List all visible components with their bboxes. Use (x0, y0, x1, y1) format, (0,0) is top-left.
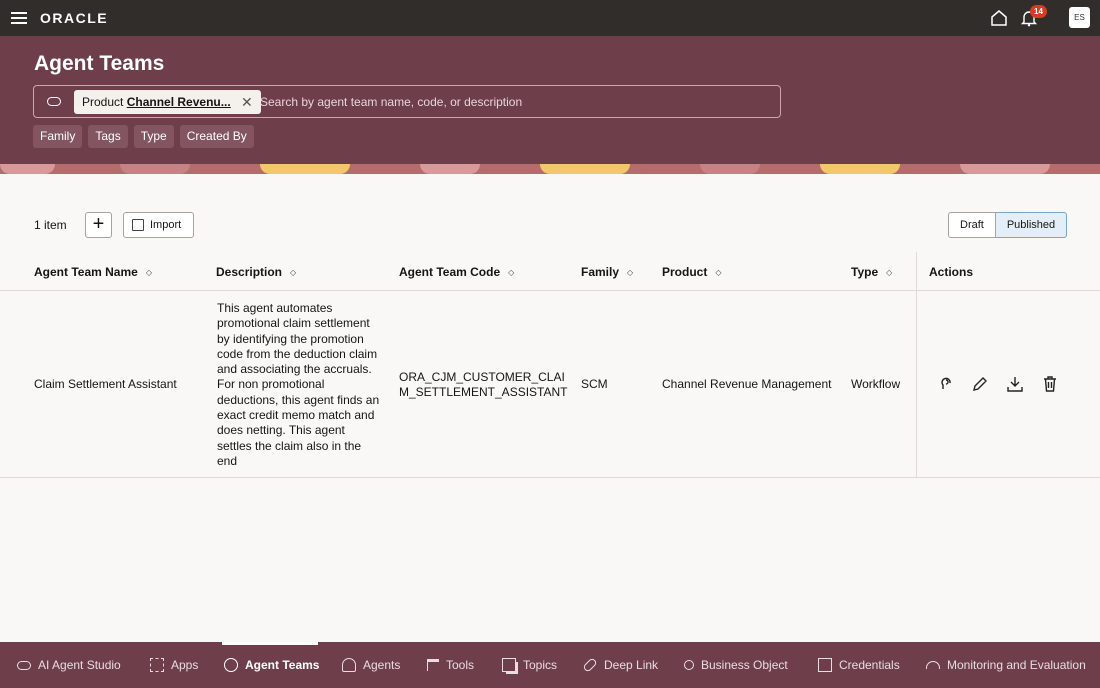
cell-family: SCM (581, 377, 608, 391)
column-label: Agent Team Name (34, 265, 138, 279)
column-header-product[interactable]: Product ◇ (662, 265, 722, 279)
main-content: 1 item + Import Draft Published Agent Te… (0, 174, 1100, 642)
search-bar[interactable]: Product Channel Revenu... ✕ Search by ag… (33, 85, 781, 118)
column-label: Type (851, 265, 879, 279)
link-icon (582, 657, 598, 673)
nav-label: Agent Teams (245, 658, 320, 672)
tools-icon (427, 659, 439, 671)
column-header-actions: Actions (929, 265, 974, 279)
home-icon[interactable] (990, 9, 1008, 27)
credentials-icon (818, 658, 832, 672)
agents-icon (342, 658, 356, 672)
nav-business-object[interactable]: Business Object (684, 658, 788, 672)
cell-type: Workflow (851, 377, 901, 391)
table-row[interactable]: Claim Settlement Assistant This agent au… (0, 291, 1100, 478)
code-line: ORA_CJM_CUSTOMER_CLAI (399, 370, 565, 384)
table-header: Agent Team Name ◇ Description ◇ Agent Team… (0, 252, 1100, 291)
nav-monitoring[interactable]: Monitoring and Evaluation (926, 658, 1086, 672)
top-bar: ORACLE 14 ES (0, 0, 1100, 36)
nav-label: Tools (446, 658, 475, 672)
sort-icon[interactable]: ◇ (886, 268, 892, 277)
filter-created-by[interactable]: Created By (179, 125, 254, 148)
delete-icon[interactable] (1041, 375, 1059, 393)
nav-credentials[interactable]: Credentials (818, 658, 900, 672)
nav-label: Business Object (701, 658, 788, 672)
nav-apps[interactable]: Apps (150, 658, 198, 672)
menu-icon[interactable] (11, 12, 27, 24)
business-object-icon (684, 660, 694, 670)
test-agent-icon[interactable] (937, 375, 955, 393)
nav-label: Topics (523, 658, 558, 672)
nav-label: Agents (363, 658, 401, 672)
nav-agents[interactable]: Agents (342, 658, 400, 672)
oracle-logo: ORACLE (40, 10, 109, 26)
sort-icon[interactable]: ◇ (290, 268, 296, 277)
column-header-description[interactable]: Description ◇ (216, 265, 296, 279)
nav-tools[interactable]: Tools (427, 658, 474, 672)
search-input[interactable]: Search by agent team name, code, or desc… (260, 95, 522, 109)
sort-icon[interactable]: ◇ (627, 268, 633, 277)
column-header-name[interactable]: Agent Team Name ◇ (34, 265, 152, 279)
nav-agent-teams[interactable]: Agent Teams (224, 658, 319, 672)
column-label: Family (581, 265, 620, 279)
cell-code: ORA_CJM_CUSTOMER_CLAI M_SETTLEMENT_ASSIS… (399, 370, 567, 400)
ai-studio-icon (17, 660, 31, 670)
download-icon[interactable] (1006, 375, 1024, 393)
decorative-banner (0, 164, 1100, 174)
nav-label: Monitoring and Evaluation (947, 658, 1086, 672)
active-tab-indicator (222, 642, 318, 645)
filter-family[interactable]: Family (33, 125, 83, 148)
filter-chip-product[interactable]: Product Channel Revenu... ✕ (74, 90, 261, 114)
nav-label: Credentials (839, 658, 900, 672)
column-header-code[interactable]: Agent Team Code ◇ (399, 265, 514, 279)
column-label: Agent Team Code (399, 265, 501, 279)
topics-icon (502, 658, 516, 672)
ai-search-icon (47, 97, 61, 106)
sort-icon[interactable]: ◇ (715, 268, 721, 277)
published-button[interactable]: Published (995, 212, 1068, 238)
bottom-navigation: AI Agent Studio Apps Agent Teams Agents … (0, 642, 1100, 688)
nav-label: Apps (171, 658, 199, 672)
cell-name[interactable]: Claim Settlement Assistant (34, 377, 177, 391)
import-icon (132, 219, 144, 231)
edit-icon[interactable] (971, 375, 989, 393)
status-toggle: Draft Published (948, 212, 1068, 238)
nav-label: Deep Link (604, 658, 659, 672)
page-title: Agent Teams (34, 52, 165, 75)
code-line: M_SETTLEMENT_ASSISTANT (399, 385, 568, 399)
column-label: Product (662, 265, 708, 279)
apps-icon (150, 658, 164, 672)
sort-icon[interactable]: ◇ (146, 268, 152, 277)
column-header-type[interactable]: Type ◇ (851, 265, 892, 279)
gauge-icon (926, 661, 940, 669)
import-button[interactable]: Import (123, 212, 194, 238)
nav-label: AI Agent Studio (38, 658, 121, 672)
column-label: Description (216, 265, 283, 279)
sort-icon[interactable]: ◇ (508, 268, 514, 277)
nav-deep-link[interactable]: Deep Link (582, 657, 659, 673)
user-avatar[interactable]: ES (1069, 7, 1090, 28)
cell-product: Channel Revenue Management (662, 377, 832, 391)
chip-value: Channel Revenu... (126, 95, 231, 109)
filter-bar: Family Tags Type Created By (33, 125, 254, 148)
agent-teams-icon (224, 658, 238, 672)
item-count: 1 item (34, 218, 67, 232)
filter-tags[interactable]: Tags (88, 125, 128, 148)
notification-badge: 14 (1030, 5, 1047, 18)
filter-type[interactable]: Type (133, 125, 174, 148)
column-header-family[interactable]: Family ◇ (581, 265, 633, 279)
draft-button[interactable]: Draft (948, 212, 996, 238)
nav-ai-agent-studio[interactable]: AI Agent Studio (17, 658, 121, 672)
chip-label: Product (82, 95, 124, 109)
cell-description: This agent automates promotional claim s… (217, 301, 380, 468)
close-icon[interactable]: ✕ (241, 90, 253, 114)
import-label: Import (150, 219, 182, 231)
add-button[interactable]: + (85, 212, 112, 238)
nav-topics[interactable]: Topics (502, 658, 557, 672)
